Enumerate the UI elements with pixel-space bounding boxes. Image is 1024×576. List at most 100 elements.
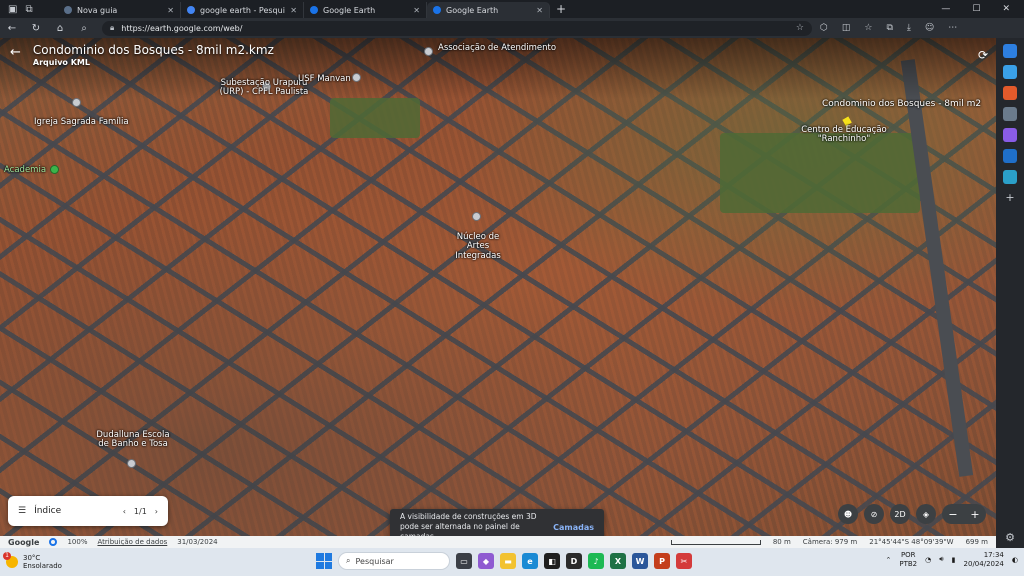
notifications-icon[interactable]: ◐ <box>1012 556 1018 564</box>
place-pin-icon[interactable] <box>424 47 433 56</box>
zoom-out-icon[interactable]: − <box>948 508 957 521</box>
place-pin-icon[interactable] <box>127 459 136 468</box>
show-hidden-icons[interactable]: ⌃ <box>886 556 892 564</box>
index-panel[interactable]: ☰ Índice ‹ 1/1 › <box>8 496 168 526</box>
copilot-icon[interactable] <box>1003 44 1017 58</box>
maximize-icon[interactable]: ☐ <box>972 4 980 14</box>
toggle-2d-button[interactable]: 2D <box>890 504 910 524</box>
attribution-link[interactable]: Atribuição de dados <box>97 538 167 546</box>
back-icon[interactable]: ← <box>0 23 24 34</box>
earth-map-view[interactable]: ← Condominio dos Bosques - 8mil m2.kmz A… <box>0 38 996 548</box>
place-label-associacao[interactable]: Associação de Atendimento <box>438 43 556 53</box>
sidebar-settings-icon[interactable]: ⚙ <box>1005 531 1015 544</box>
clock[interactable]: 17:34 20/04/2024 <box>964 551 1004 569</box>
search-icon[interactable]: ⌕ <box>72 23 96 34</box>
place-label-centro[interactable]: Centro de Educação "Ranchinho" <box>792 125 896 145</box>
start-button[interactable] <box>316 553 332 569</box>
reload-icon[interactable]: ↻ <box>24 23 48 34</box>
camera-altitude: Câmera: 979 m <box>802 538 858 546</box>
task-view-icon[interactable]: ▭ <box>456 553 472 569</box>
close-tab-icon[interactable]: ✕ <box>290 6 297 15</box>
edge-icon[interactable]: e <box>522 553 538 569</box>
profile-icon[interactable]: ☺ <box>925 23 934 33</box>
battery-icon[interactable]: ▮ <box>952 556 956 564</box>
place-label-usf[interactable]: USF Manvan <box>298 74 351 84</box>
place-pin-icon[interactable] <box>50 165 59 174</box>
tilt-icon[interactable]: ⊘ <box>864 504 884 524</box>
games-icon[interactable] <box>1003 128 1017 142</box>
downloads-icon[interactable]: ⤓ <box>907 23 911 33</box>
place-label-dudalluna[interactable]: Dudalluna Escola de Banho e Tosa <box>96 430 170 450</box>
minimize-icon[interactable]: — <box>941 4 950 14</box>
tab-title: Nova guia <box>77 5 118 15</box>
place-label-condominio[interactable]: Condominio dos Bosques - 8mil m2 <box>822 99 981 110</box>
back-arrow-icon[interactable]: ← <box>10 45 21 60</box>
search-placeholder: Pesquisar <box>355 556 394 566</box>
place-label-academia[interactable]: Academia <box>4 165 46 175</box>
compass-icon[interactable]: ◈ <box>916 504 936 524</box>
more-options-icon[interactable]: ⋯ <box>948 23 957 33</box>
outlook-icon[interactable] <box>1003 149 1017 163</box>
add-sidebar-app-icon[interactable]: + <box>1005 191 1014 204</box>
next-icon[interactable]: › <box>155 507 158 516</box>
prev-icon[interactable]: ‹ <box>123 507 126 516</box>
close-tab-icon[interactable]: ✕ <box>536 6 543 15</box>
taskbar-search[interactable]: ⌕ Pesquisar <box>338 552 450 570</box>
tools-icon[interactable] <box>1003 107 1017 121</box>
pegman-icon[interactable]: ☻ <box>838 504 858 524</box>
file-explorer-icon[interactable]: ▬ <box>500 553 516 569</box>
system-tray: ⌃ POR PTB2 ◔ 🔊︎ ▮ 17:34 20/04/2024 ◐ <box>886 551 1019 569</box>
weather-temp: 30°C <box>23 553 41 562</box>
project-title: Condominio dos Bosques - 8mil m2.kmz <box>32 43 274 57</box>
clock-date: 20/04/2024 <box>963 559 1004 568</box>
lang-top: POR <box>900 551 916 560</box>
wifi-icon[interactable]: ◔ <box>925 556 931 564</box>
drop-icon[interactable] <box>1003 170 1017 184</box>
project-title-block: Condominio dos Bosques - 8mil m2.kmz Arq… <box>33 43 274 67</box>
favorites-icon[interactable]: ☆ <box>864 23 872 33</box>
url-field[interactable]: 🔒︎ https://earth.google.com/web/ ☆ <box>102 20 812 36</box>
volume-icon[interactable]: 🔊︎ <box>939 555 943 564</box>
tab-actions-icon[interactable]: ⧉ <box>25 4 32 15</box>
zoom-in-icon[interactable]: + <box>970 508 979 521</box>
tab-google-earth-2[interactable]: Google Earth ✕ <box>427 2 550 18</box>
powerpoint-icon[interactable]: P <box>654 553 670 569</box>
place-pin-icon[interactable] <box>472 212 481 221</box>
favorite-star-icon[interactable]: ☆ <box>796 23 804 33</box>
new-tab-button[interactable]: + <box>550 2 566 16</box>
close-window-icon[interactable]: ✕ <box>1002 4 1010 14</box>
search-sidebar-icon[interactable] <box>1003 65 1017 79</box>
spotify-icon[interactable]: ♪ <box>588 553 604 569</box>
weather-widget[interactable]: 1 30°C Ensolarado <box>0 552 100 571</box>
place-label-nucleo[interactable]: Núcleo de Artes Integradas <box>448 232 508 261</box>
close-tab-icon[interactable]: ✕ <box>413 6 420 15</box>
tab-favicon-icon <box>64 6 72 14</box>
excel-icon[interactable]: X <box>610 553 626 569</box>
extensions-icon[interactable]: ⬡ <box>820 23 828 33</box>
word-icon[interactable]: W <box>632 553 648 569</box>
earth-header: ← Condominio dos Bosques - 8mil m2.kmz A… <box>0 38 284 72</box>
tab-google-search[interactable]: google earth - Pesquisar ✕ <box>181 2 304 18</box>
close-tab-icon[interactable]: ✕ <box>167 6 174 15</box>
store-icon[interactable]: ◧ <box>544 553 560 569</box>
home-icon[interactable]: ⌂ <box>48 23 72 34</box>
layers-button[interactable]: Camadas <box>553 523 594 532</box>
status-zoom: 100% <box>67 538 88 546</box>
tab-actions: ▣ ⧉ <box>0 0 58 18</box>
copilot-taskbar-icon[interactable]: ◆ <box>478 553 494 569</box>
dell-icon[interactable]: D <box>566 553 582 569</box>
tab-nova-guia[interactable]: Nova guia ✕ <box>58 2 181 18</box>
shopping-icon[interactable] <box>1003 86 1017 100</box>
place-label-igreja[interactable]: Igreja Sagrada Família <box>34 117 129 127</box>
scale-bar[interactable] <box>670 539 761 545</box>
refresh-view-icon[interactable]: ⟳ <box>978 48 988 62</box>
collections-icon[interactable]: ⧉ <box>886 23 892 33</box>
tab-google-earth-1[interactable]: Google Earth ✕ <box>304 2 427 18</box>
language-indicator[interactable]: POR PTB2 <box>899 551 917 568</box>
snipping-tool-icon[interactable]: ✂ <box>676 553 692 569</box>
place-pin-icon[interactable] <box>352 73 361 82</box>
lock-icon[interactable]: 🔒︎ <box>110 23 114 33</box>
split-screen-icon[interactable]: ◫ <box>842 23 851 33</box>
place-pin-icon[interactable] <box>72 98 81 107</box>
workspaces-icon[interactable]: ▣ <box>8 4 17 15</box>
